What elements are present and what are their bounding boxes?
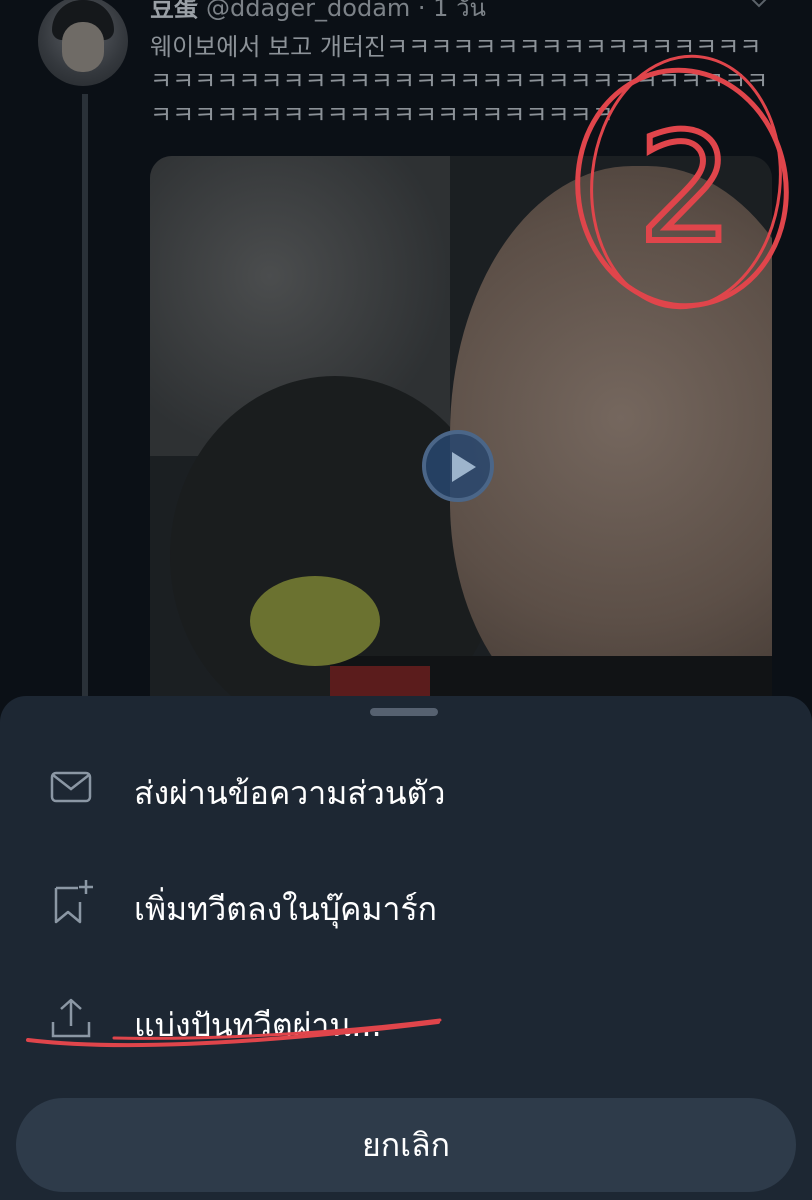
share-via-label: แบ่งปันทวีตผ่าน... — [134, 1006, 382, 1044]
send-via-dm-label: ส่งผ่านข้อความส่วนตัว — [134, 774, 446, 812]
tweet-header: 豆蛋 @ddager_dodam · 1 วัน — [150, 0, 486, 27]
action-sheet: ส่งผ่านข้อความส่วนตัว เพิ่มทวีตลงในบุ๊คม… — [0, 696, 812, 1200]
thread-line — [82, 94, 88, 700]
tweet-text-line: ㅋㅋㅋㅋㅋㅋㅋㅋㅋㅋㅋㅋㅋㅋㅋㅋㅋㅋㅋㅋㅋ — [150, 101, 614, 129]
cancel-button[interactable]: ยกเลิก — [16, 1098, 796, 1192]
play-icon — [452, 452, 476, 482]
thumb-hand — [250, 576, 380, 666]
avatar[interactable] — [38, 0, 128, 86]
add-bookmark-label: เพิ่มทวีตลงในบุ๊คมาร์ก — [134, 890, 438, 928]
thumb-red-object — [330, 666, 430, 696]
share-icon — [51, 998, 91, 1038]
tweet[interactable]: 豆蛋 @ddager_dodam · 1 วัน 웨이보에서 보고 개터진ㅋㅋㅋㅋ… — [0, 0, 812, 700]
send-via-dm-item[interactable]: ส่งผ่านข้อความส่วนตัว — [0, 736, 812, 836]
add-bookmark-item[interactable]: เพิ่มทวีตลงในบุ๊คมาร์ก — [0, 852, 812, 952]
tweet-text-line: 웨이보에서 보고 개터진ㅋㅋㅋㅋㅋㅋㅋㅋㅋㅋㅋㅋㅋㅋㅋㅋㅋ — [150, 33, 762, 61]
avatar-face — [62, 22, 104, 72]
thumb-person — [450, 166, 772, 700]
share-via-item[interactable]: แบ่งปันทวีตผ่าน... — [0, 968, 812, 1068]
display-name[interactable]: 豆蛋 — [150, 0, 198, 22]
handle-time: @ddager_dodam · 1 วัน — [206, 0, 486, 22]
sheet-grabber[interactable] — [370, 708, 438, 716]
bookmark-add-icon — [54, 880, 93, 924]
tweet-text: 웨이보에서 보고 개터진ㅋㅋㅋㅋㅋㅋㅋㅋㅋㅋㅋㅋㅋㅋㅋㅋㅋ ㅋㅋㅋㅋㅋㅋㅋㅋㅋㅋ… — [150, 30, 770, 132]
mail-icon — [50, 771, 92, 803]
play-button[interactable] — [422, 430, 494, 502]
chevron-down-icon[interactable] — [750, 0, 768, 12]
tweet-text-line: ㅋㅋㅋㅋㅋㅋㅋㅋㅋㅋㅋㅋㅋㅋㅋㅋㅋㅋㅋㅋㅋㅋㅋㅋㅋㅋㅋㅋ — [150, 67, 769, 95]
video-thumbnail[interactable] — [150, 156, 772, 700]
